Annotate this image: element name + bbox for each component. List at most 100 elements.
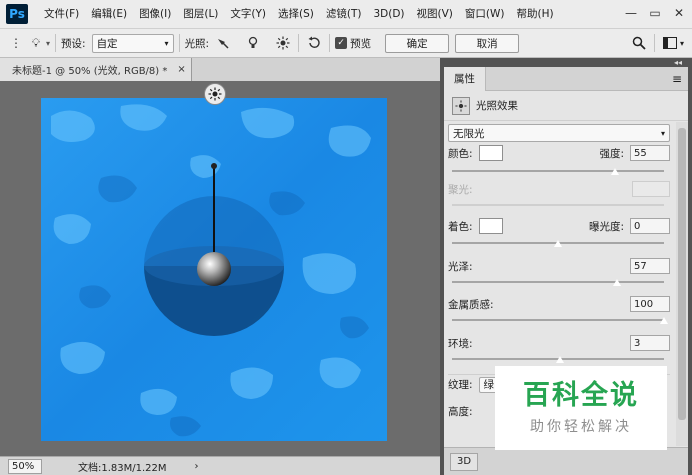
watermark-title: 百科全说 (523, 380, 639, 411)
spotlight-icon[interactable] (213, 33, 233, 53)
menu-type[interactable]: 文字(Y) (224, 0, 272, 28)
photoshop-logo: Ps (6, 4, 28, 24)
reset-rotate-icon[interactable] (304, 33, 324, 53)
slider-thumb[interactable] (613, 279, 622, 286)
infinite-light-icon[interactable] (273, 33, 293, 53)
status-menu-arrow[interactable]: › (195, 461, 199, 472)
properties-header: 属性 ≡ (444, 66, 688, 91)
menu-layer[interactable]: 图层(L) (177, 0, 224, 28)
preview-label: 预览 (350, 37, 372, 50)
search-icon[interactable] (629, 33, 649, 53)
preset-label: 预设: (61, 37, 86, 50)
minimize-icon[interactable]: — (622, 4, 640, 22)
light-type-value: 无限光 (453, 127, 485, 140)
lighting-preview-image (41, 98, 387, 441)
point-light-icon[interactable] (243, 33, 263, 53)
hotspot-row: 聚光: (448, 180, 670, 198)
light-direction-widget[interactable] (204, 83, 226, 105)
ambience-row: 环境: 3 (448, 334, 670, 352)
cancel-button[interactable]: 取消 (455, 33, 520, 53)
preset-value: 自定 (96, 37, 118, 50)
chevron-down-icon: ▾ (164, 38, 169, 48)
light-color-swatch[interactable] (478, 145, 503, 161)
divider (653, 34, 655, 52)
intensity-slider[interactable] (452, 167, 664, 175)
exposure-slider[interactable] (452, 239, 664, 247)
slider-track (452, 170, 664, 172)
collapse-arrows-icon[interactable]: ◂◂ (674, 58, 682, 67)
divider (298, 34, 300, 52)
slider-thumb[interactable] (556, 356, 565, 363)
divider (55, 34, 57, 52)
height-label: 高度: (448, 405, 473, 418)
hotspot-field (632, 181, 670, 197)
document-tab[interactable]: 未标题-1 @ 50% (光效, RGB/8) * × (0, 58, 192, 81)
ambience-slider[interactable] (452, 355, 664, 363)
coloring-swatch[interactable] (478, 218, 503, 234)
menu-3d[interactable]: 3D(D) (367, 0, 410, 28)
hotspot-label: 聚光: (448, 183, 473, 196)
document-title: 未标题-1 @ 50% (光效, RGB/8) * (12, 66, 168, 77)
ambience-field[interactable]: 3 (630, 335, 670, 351)
menu-window[interactable]: 窗口(W) (459, 0, 511, 28)
lighting-effect-icon (452, 96, 470, 115)
hotspot-slider (452, 201, 664, 209)
menu-view[interactable]: 视图(V) (411, 0, 459, 28)
gloss-label: 光泽: (448, 260, 473, 273)
slider-track (452, 319, 664, 321)
menu-filter[interactable]: 滤镜(T) (320, 0, 368, 28)
gloss-field[interactable]: 57 (630, 258, 670, 274)
menu-select[interactable]: 选择(S) (272, 0, 320, 28)
slider-track (452, 281, 664, 283)
panel-menu-icon[interactable]: ≡ (672, 72, 682, 86)
properties-scrollbar[interactable] (676, 122, 688, 446)
menu-edit[interactable]: 编辑(E) (85, 0, 133, 28)
watermark: 百科全说 助你轻松解决 (495, 366, 667, 450)
restore-icon[interactable]: ▭ (646, 4, 664, 22)
exposure-label: 曝光度: (588, 220, 624, 233)
tool-preset-picker[interactable]: 💡︎ ▾ (26, 33, 50, 53)
sun-icon (208, 87, 222, 101)
tab-properties[interactable]: 属性 (444, 66, 486, 91)
intensity-field[interactable]: 55 (630, 145, 670, 161)
effect-name: 光照效果 (476, 100, 518, 112)
divider (329, 34, 331, 52)
ok-button[interactable]: 确定 (385, 33, 450, 53)
metallic-label: 金属质感: (448, 298, 494, 311)
lightbulb-icon: 💡︎ (31, 35, 41, 50)
preset-select[interactable]: 自定 ▾ (91, 33, 174, 53)
metallic-slider[interactable] (452, 316, 668, 324)
menu-image[interactable]: 图像(I) (133, 0, 177, 28)
color-label: 颜色: (448, 147, 473, 160)
metallic-field[interactable]: 100 (630, 296, 670, 312)
slider-thumb[interactable] (554, 240, 562, 247)
scrollbar-thumb[interactable] (678, 128, 686, 420)
close-icon[interactable]: × (177, 64, 185, 75)
texture-value: 绿 (483, 379, 495, 391)
menu-items: 文件(F) 编辑(E) 图像(I) 图层(L) 文字(Y) 选择(S) 滤镜(T… (38, 0, 560, 28)
document-canvas[interactable] (41, 98, 387, 441)
document-info: 文档:1.83M/1.22M (78, 462, 167, 474)
workspace-switcher[interactable]: ▾ (660, 33, 684, 53)
gloss-row: 光泽: 57 (448, 257, 670, 275)
zoom-field[interactable]: 50% (8, 458, 42, 474)
exposure-field[interactable]: 0 (630, 218, 670, 234)
close-icon[interactable]: ✕ (670, 4, 688, 22)
color-intensity-row: 颜色: 强度: 55 (448, 144, 670, 162)
light-type-select[interactable]: 无限光 ▾ (448, 124, 670, 142)
menu-bar: Ps 文件(F) 编辑(E) 图像(I) 图层(L) 文字(Y) 选择(S) 滤… (0, 0, 692, 28)
tab-strip (192, 58, 440, 81)
checkbox-checked-icon: ✓ (335, 37, 348, 49)
slider-thumb[interactable] (611, 168, 620, 175)
menu-file[interactable]: 文件(F) (38, 0, 85, 28)
slider-track (452, 204, 664, 206)
menu-help[interactable]: 帮助(H) (511, 0, 560, 28)
coloring-label: 着色: (448, 220, 473, 233)
panel-collapse-bar (444, 58, 688, 67)
3d-tab-button[interactable]: 3D (450, 452, 479, 471)
preview-checkbox[interactable]: ✓ 预览 (335, 36, 371, 51)
workspace-icon (660, 33, 680, 53)
gloss-slider[interactable] (452, 278, 664, 286)
grip-icon: ⋮ (10, 36, 22, 50)
slider-thumb[interactable] (660, 317, 668, 324)
